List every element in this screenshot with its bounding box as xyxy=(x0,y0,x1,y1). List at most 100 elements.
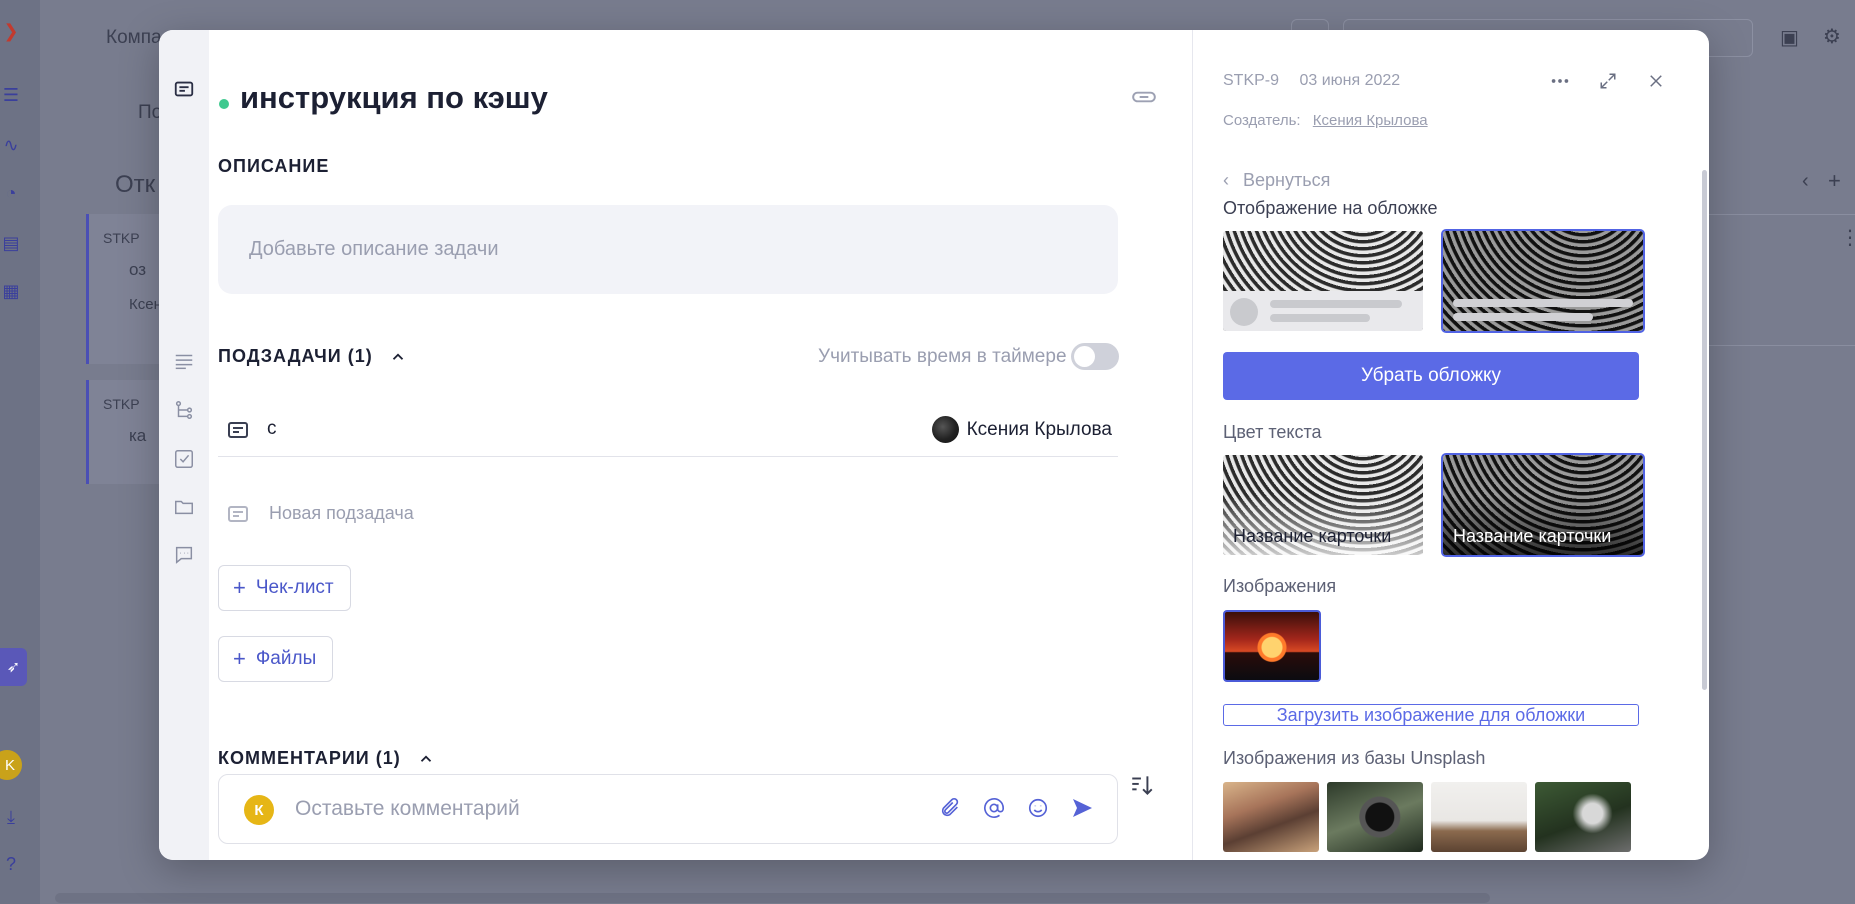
subtask-assignee[interactable]: Ксения Крылова xyxy=(931,416,1112,443)
cover-panel: STKP-9 03 июня 2022 Создатель: Ксения Кр… xyxy=(1193,30,1709,860)
chevron-left-icon: ‹ xyxy=(1223,170,1229,190)
attach-icon[interactable] xyxy=(937,795,963,821)
cover-option-bottom-bar[interactable] xyxy=(1223,231,1423,331)
plus-icon[interactable]: + xyxy=(1828,168,1841,194)
comment-tools xyxy=(937,795,1095,821)
creator-link[interactable]: Ксения Крылова xyxy=(1313,112,1428,129)
folder-icon[interactable] xyxy=(171,494,197,520)
background-divider xyxy=(1700,214,1855,215)
cover-option-full[interactable] xyxy=(1441,229,1645,333)
line-placeholder xyxy=(1270,314,1370,322)
line-placeholder xyxy=(1270,300,1402,308)
comments-heading-label: КОММЕНТАРИИ (1) xyxy=(218,748,401,768)
background-card[interactable]: STKP ка xyxy=(86,380,166,484)
plus-icon: + xyxy=(233,575,246,600)
avatar xyxy=(931,416,959,443)
assignee-name: Ксения Крылова xyxy=(966,418,1112,440)
rocket-icon[interactable]: ➶ xyxy=(0,648,27,686)
subtasks-heading[interactable]: ПОДЗАДАЧИ (1) xyxy=(218,346,407,367)
upload-cover-button[interactable]: Загрузить изображение для обложки xyxy=(1223,704,1639,726)
document-icon[interactable]: ▤ xyxy=(0,232,22,254)
description-field[interactable]: Добавьте описание задачи xyxy=(218,205,1118,294)
card-id: STKP xyxy=(103,230,140,246)
feed-icon[interactable]: ▦ xyxy=(0,280,22,302)
card-icon xyxy=(226,502,250,526)
text-color-label: Цвет текста xyxy=(1223,422,1322,442)
emoji-icon[interactable] xyxy=(1025,795,1051,821)
timer-label: Учитывать время в таймере xyxy=(818,346,1067,367)
timer-toggle[interactable] xyxy=(1071,343,1119,370)
task-id[interactable]: STKP-9 xyxy=(1223,72,1279,89)
activity-icon[interactable]: ∿ xyxy=(0,134,22,156)
back-button[interactable]: ‹ Вернуться xyxy=(1223,170,1330,191)
files-button-label: Файлы xyxy=(255,648,317,669)
task-date: 03 июня 2022 xyxy=(1299,72,1401,89)
breadcrumb[interactable]: Компа xyxy=(106,27,162,49)
text-color-dark-option[interactable]: Название карточки xyxy=(1223,455,1423,555)
background-divider xyxy=(1700,345,1855,346)
unsplash-image-motorcycle[interactable] xyxy=(1431,782,1527,852)
subtask-row[interactable]: с Ксения Крылова xyxy=(218,410,1118,457)
add-checklist-button[interactable]: + Чек-лист xyxy=(218,565,351,611)
card-icon xyxy=(226,418,250,442)
link-icon[interactable] xyxy=(1129,82,1159,112)
description-placeholder: Добавьте описание задачи xyxy=(249,238,499,260)
panel-scrollbar[interactable] xyxy=(1702,170,1707,690)
send-icon[interactable] xyxy=(1069,795,1095,821)
add-files-button[interactable]: + Файлы xyxy=(218,636,334,682)
text-lines-icon[interactable] xyxy=(171,348,197,374)
line-placeholder xyxy=(1453,313,1593,321)
comment-icon[interactable] xyxy=(171,542,197,568)
unsplash-image-camera[interactable] xyxy=(1327,782,1423,852)
list-icon[interactable]: ☰ xyxy=(0,84,22,106)
creator-label: Создатель: xyxy=(1223,112,1301,129)
comment-input[interactable]: К Оставьте комментарий xyxy=(218,774,1118,844)
help-icon[interactable]: ? xyxy=(0,853,22,875)
avatar-placeholder xyxy=(1230,298,1258,326)
cover-image-sunset[interactable] xyxy=(1223,610,1321,682)
card-title-sample: Название карточки xyxy=(1453,526,1612,546)
horizontal-scrollbar[interactable] xyxy=(55,893,1490,903)
comments-heading[interactable]: КОММЕНТАРИИ (1) xyxy=(218,748,435,769)
task-modal: инструкция по кэшу ОПИСАНИЕ Добавьте опи… xyxy=(159,30,1709,860)
remove-cover-button[interactable]: Убрать обложку xyxy=(1223,352,1639,400)
settings-gear-icon[interactable]: ⚙ xyxy=(1823,24,1841,49)
close-icon[interactable] xyxy=(1643,68,1669,94)
chevron-up-icon[interactable] xyxy=(417,750,435,768)
task-meta: STKP-9 03 июня 2022 xyxy=(1223,72,1400,90)
unsplash-image-lizard[interactable] xyxy=(1535,782,1631,852)
download-icon[interactable]: ⤓ xyxy=(0,806,22,828)
panel-icon[interactable]: ▣ xyxy=(1780,25,1799,50)
subtasks-heading-label: ПОДЗАДАЧИ (1) xyxy=(218,346,373,366)
comment-placeholder: Оставьте комментарий xyxy=(295,797,520,820)
mention-icon[interactable] xyxy=(981,795,1007,821)
background-card[interactable]: STKP оз Ксен xyxy=(86,214,166,364)
subtask-name[interactable]: с xyxy=(267,418,277,440)
column-title: Отк xyxy=(115,171,156,198)
subtask-icon[interactable] xyxy=(171,397,197,423)
modal-tools xyxy=(1547,68,1669,94)
sort-icon[interactable] xyxy=(1129,772,1157,800)
kebab-icon[interactable]: ⋮ xyxy=(1840,225,1855,250)
expand-icon[interactable] xyxy=(1595,68,1621,94)
checklist-icon[interactable] xyxy=(171,446,197,472)
card-icon[interactable] xyxy=(171,76,197,102)
card-id: STKP xyxy=(103,396,140,412)
new-subtask-input[interactable]: Новая подзадача xyxy=(218,500,1118,530)
chart-icon[interactable]: ◔ xyxy=(0,182,22,204)
cover-preview-bar xyxy=(1223,291,1423,331)
chevron-left-icon[interactable]: ‹ xyxy=(1802,170,1809,193)
line-placeholder xyxy=(1453,299,1633,307)
cover-display-label: Отображение на обложке xyxy=(1223,198,1438,218)
task-title[interactable]: инструкция по кэшу xyxy=(240,80,548,116)
creator-info: Создатель: Ксения Крылова xyxy=(1223,112,1428,129)
chevron-up-icon[interactable] xyxy=(389,348,407,366)
new-subtask-placeholder: Новая подзадача xyxy=(269,503,414,523)
app-logo-icon: ❯ xyxy=(3,20,19,41)
unsplash-image-hikers[interactable] xyxy=(1223,782,1319,852)
more-icon[interactable] xyxy=(1547,68,1573,94)
task-main: инструкция по кэшу ОПИСАНИЕ Добавьте опи… xyxy=(209,30,1202,860)
modal-nav-rail xyxy=(159,30,209,860)
plus-icon: + xyxy=(233,646,246,671)
text-color-light-option[interactable]: Название карточки xyxy=(1441,453,1645,557)
